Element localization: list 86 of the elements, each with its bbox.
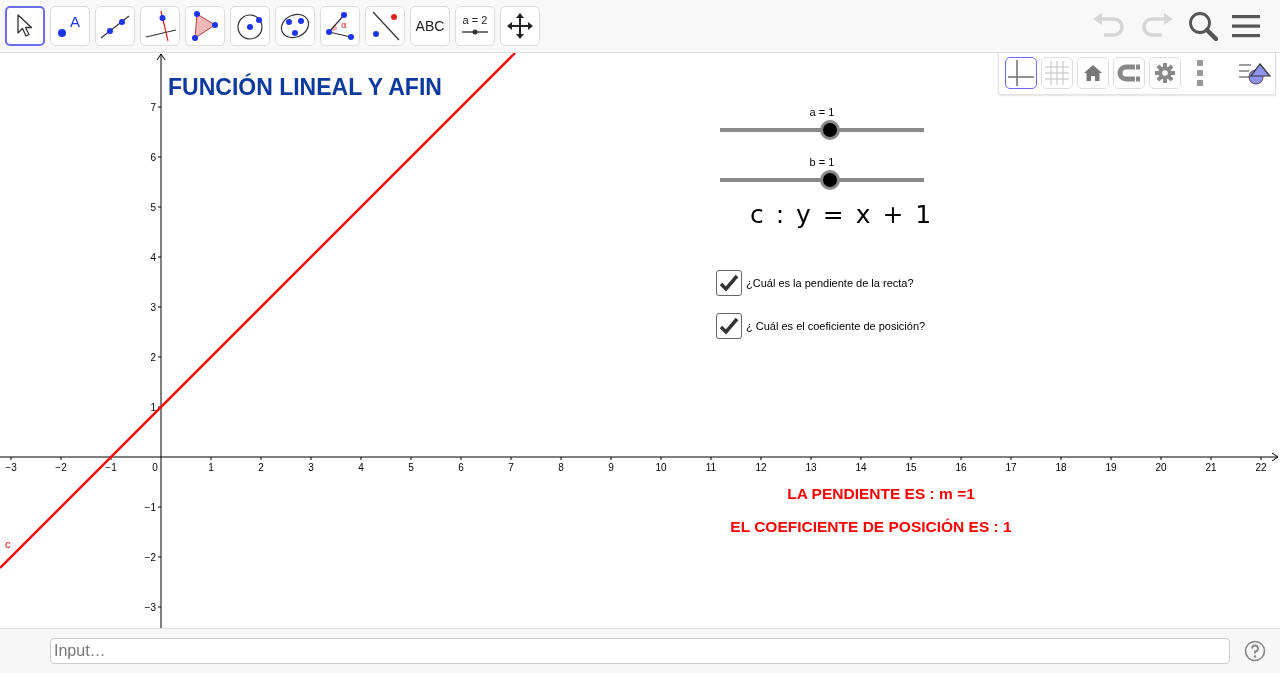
axis-label: 13 <box>805 462 817 473</box>
axes-icon <box>1008 60 1034 86</box>
settings-button[interactable] <box>1149 57 1181 89</box>
search-icon <box>1188 11 1218 41</box>
axis-label: 8 <box>558 462 564 473</box>
polygon-tool-button[interactable] <box>185 6 225 46</box>
axis-label: 14 <box>855 462 867 473</box>
axis-label: 0 <box>152 462 158 473</box>
move-tool-button[interactable] <box>5 6 45 46</box>
checkmark-icon <box>719 274 739 292</box>
perpendicular-lines-icon <box>144 10 176 42</box>
axis-label: 1 <box>150 402 156 413</box>
checkbox-label: ¿Cuál es la pendiente de la recta? <box>746 277 914 289</box>
line-name-label: c <box>5 538 11 550</box>
undo-icon <box>1092 13 1126 39</box>
home-button[interactable] <box>1077 57 1109 89</box>
axis-label: 10 <box>655 462 667 473</box>
axis-label: 15 <box>905 462 917 473</box>
move-view-tool-button[interactable] <box>500 6 540 46</box>
slider-label: b = 1 <box>809 156 835 168</box>
axes-button[interactable] <box>1005 57 1037 89</box>
axis-label: 5 <box>408 462 414 473</box>
redo-icon <box>1140 13 1174 39</box>
axis-label: 20 <box>1155 462 1167 473</box>
axis-label: 11 <box>705 462 717 473</box>
perpendicular-tool-button[interactable] <box>140 6 180 46</box>
triangle-icon <box>190 11 220 41</box>
axis-label: −1 <box>144 502 156 513</box>
text-tool-label: ABC <box>415 18 445 34</box>
axis-label: −2 <box>55 462 67 473</box>
result-text: EL COEFICIENTE DE POSICIÓN ES : 1 <box>730 518 1012 536</box>
reflect-tool-button[interactable] <box>365 6 405 46</box>
axis-label: 19 <box>1105 462 1117 473</box>
text-tool-button[interactable]: ABC <box>410 6 450 46</box>
axis-label: 1 <box>208 462 214 473</box>
view-menu-icon <box>1239 61 1271 85</box>
point-tool-button[interactable]: A <box>50 6 90 46</box>
axis-label: 9 <box>608 462 614 473</box>
axis-label: 17 <box>1005 462 1017 473</box>
axis-label: −3 <box>144 602 156 613</box>
checkmark-icon <box>719 317 739 335</box>
menu-button[interactable] <box>1230 12 1262 40</box>
magnet-icon <box>1117 64 1141 82</box>
more-icon <box>1197 60 1203 86</box>
ellipse-tool-button[interactable] <box>275 6 315 46</box>
axis-label: 4 <box>150 252 156 263</box>
axis-label: 7 <box>150 102 156 113</box>
help-icon[interactable] <box>1244 640 1266 662</box>
checkbox-label: ¿ Cuál es el coeficiente de posición? <box>746 320 926 332</box>
magnet-button[interactable] <box>1113 57 1145 89</box>
home-icon <box>1084 65 1102 81</box>
axis-label: 6 <box>458 462 464 473</box>
worksheet-title: FUNCIÓN LINEAL Y AFIN <box>168 74 442 101</box>
checkbox[interactable] <box>716 313 742 339</box>
axis-label: 3 <box>150 302 156 313</box>
axis-label: −3 <box>5 462 17 473</box>
axis-label: 21 <box>1205 462 1217 473</box>
axis-label: −1 <box>105 462 117 473</box>
axis-label: 3 <box>308 462 314 473</box>
grid-icon <box>1045 61 1069 85</box>
axis-label: 6 <box>150 152 156 163</box>
axis-label: 5 <box>150 202 156 213</box>
axis-label: 4 <box>358 462 364 473</box>
checkbox[interactable] <box>716 270 742 296</box>
slider-thumb[interactable] <box>820 170 841 190</box>
axis-label: 7 <box>508 462 514 473</box>
axis-label: 22 <box>1255 462 1267 473</box>
axis-label: 12 <box>755 462 767 473</box>
axis-label: 16 <box>955 462 967 473</box>
menu-icon <box>1232 14 1260 38</box>
input-field[interactable]: Input… <box>50 638 1230 664</box>
circle-tool-button[interactable] <box>230 6 270 46</box>
four-way-arrow-icon <box>507 13 533 39</box>
search-button[interactable] <box>1186 9 1220 43</box>
axis-label: 18 <box>1055 462 1067 473</box>
axis-label: −2 <box>144 552 156 563</box>
axis-label: 2 <box>258 462 264 473</box>
result-text: LA PENDIENTE ES : m =1 <box>787 485 975 503</box>
axis-label: 2 <box>150 352 156 363</box>
circle-icon <box>235 11 265 41</box>
line-equation: c : y = x + 1 <box>750 200 932 229</box>
ellipse-icon <box>279 11 311 41</box>
slider-label: a = 1 <box>809 106 835 118</box>
slider-thumb[interactable] <box>820 120 841 140</box>
line-tool-button[interactable] <box>95 6 135 46</box>
gear-icon <box>1155 63 1175 83</box>
